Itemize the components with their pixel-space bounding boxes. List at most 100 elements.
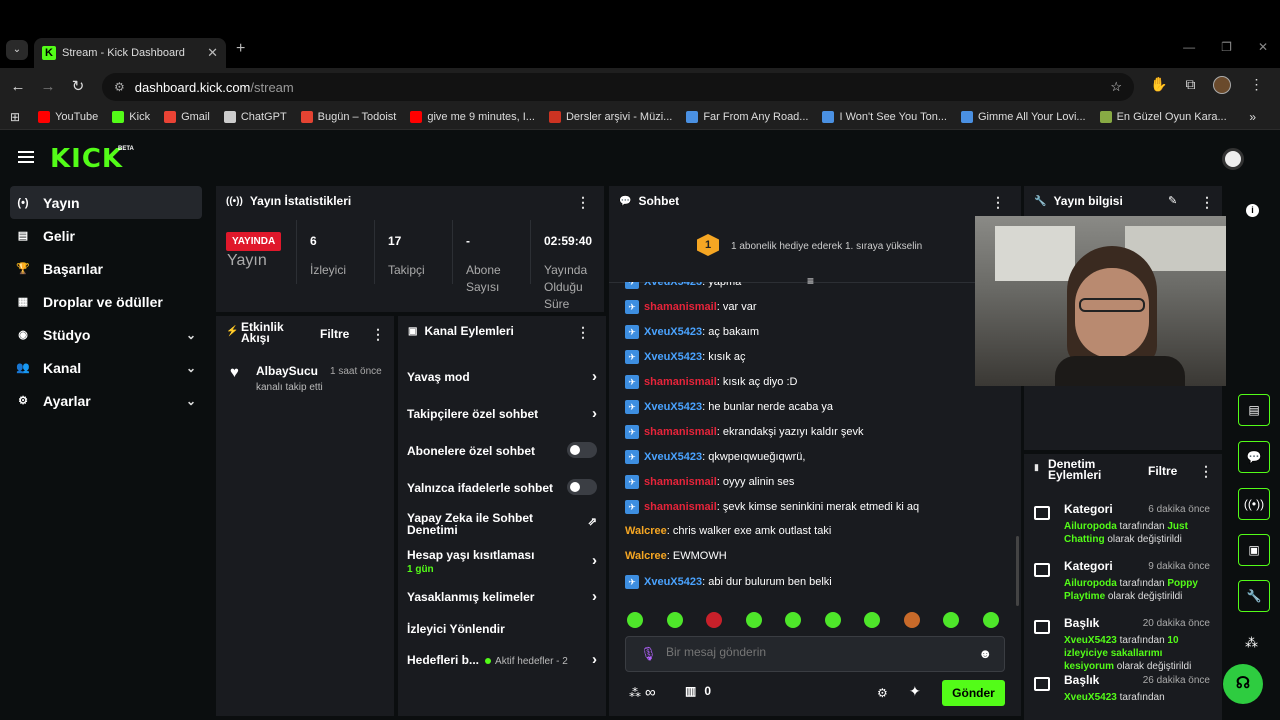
emote-icon[interactable] xyxy=(706,612,722,628)
chat-username[interactable]: XveuX5423 xyxy=(644,282,702,288)
apps-grid-icon[interactable]: ⊞ xyxy=(10,110,20,124)
bookmark-item[interactable]: Dersler arşivi - Müzi... xyxy=(548,110,672,123)
kick-logo[interactable]: KICK xyxy=(50,144,123,174)
emoji-picker-icon[interactable]: ☻ xyxy=(978,646,992,661)
chevron-down-icon[interactable]: ⌄ xyxy=(186,328,196,342)
subs-only-toggle[interactable] xyxy=(567,442,597,458)
tab-search-button[interactable]: ⌄ xyxy=(6,40,28,60)
slow-mode-item[interactable]: Yavaş mod › xyxy=(407,368,597,385)
chat-username[interactable]: shamanismail xyxy=(644,301,717,313)
channel-actions-more-icon[interactable]: ⋮ xyxy=(576,324,590,341)
chat-username[interactable]: XveuX5423 xyxy=(644,351,702,363)
tab-close-icon[interactable]: ✕ xyxy=(207,45,218,61)
goals-item[interactable]: Hedefleri b... Aktif hedefler - 2 › xyxy=(407,651,597,668)
chat-username[interactable]: shamanismail xyxy=(644,501,717,513)
chat-username[interactable]: shamanismail xyxy=(644,376,717,388)
emote-icon[interactable] xyxy=(943,612,959,628)
emote-icon[interactable] xyxy=(903,612,920,628)
chat-username[interactable]: Walcree xyxy=(625,550,667,562)
emote-icon[interactable] xyxy=(666,612,683,628)
minimize-icon[interactable]: — xyxy=(1183,40,1195,54)
stats-more-icon[interactable]: ⋮ xyxy=(576,194,590,211)
send-button[interactable]: Gönder xyxy=(942,680,1005,706)
rail-points-icon[interactable]: ⁂ xyxy=(1245,635,1258,651)
ai-moderation-item[interactable]: Yapay Zeka ile Sohbet Denetimi ⇗ xyxy=(407,512,597,536)
chat-scrollbar[interactable] xyxy=(1016,536,1019,606)
bookmark-item[interactable]: give me 9 minutes, I... xyxy=(410,110,535,123)
banned-words-item[interactable]: Yasaklanmış kelimeler › xyxy=(407,588,597,605)
rail-tools-button[interactable]: 🔧 xyxy=(1238,580,1270,612)
activity-filter-button[interactable]: Filtre xyxy=(320,327,349,341)
emote-icon[interactable] xyxy=(864,612,880,628)
browser-menu-icon[interactable]: ⋮ xyxy=(1249,76,1263,94)
sidebar-item-2[interactable]: 🏆 Başarılar xyxy=(10,252,202,285)
sidebar-item-6[interactable]: ⚙ Ayarlar ⌄ xyxy=(10,384,202,417)
rail-notes-button[interactable]: ▤ xyxy=(1238,394,1270,426)
rail-chat-button[interactable]: 💬 xyxy=(1238,441,1270,473)
store-button[interactable]: ▥ 0 xyxy=(685,684,711,698)
sidebar-item-0[interactable]: (•) Yayın xyxy=(10,186,202,219)
extensions-icon[interactable]: ⧉ xyxy=(1185,76,1195,94)
bookmark-item[interactable]: ChatGPT xyxy=(223,110,287,123)
chat-message-input[interactable] xyxy=(666,645,966,659)
reload-button[interactable]: ↻ xyxy=(63,77,93,95)
back-button[interactable]: ← xyxy=(3,78,33,95)
extension-puzzle-faded-icon[interactable]: ✋ xyxy=(1150,76,1167,94)
chat-more-icon[interactable]: ⋮ xyxy=(991,194,1005,211)
sidebar-item-4[interactable]: ◉ Stüdyo ⌄ xyxy=(10,318,202,351)
chat-username[interactable]: XveuX5423 xyxy=(644,401,702,413)
info-icon[interactable]: i xyxy=(1246,204,1259,217)
sidebar-item-3[interactable]: ▦ Droplar ve ödüller xyxy=(10,285,202,318)
redirect-viewers-item[interactable]: İzleyici Yönlendir xyxy=(407,622,597,636)
bookmark-item[interactable]: Far From Any Road... xyxy=(686,110,808,123)
site-info-icon[interactable]: ⚙ xyxy=(114,80,125,94)
followers-only-item[interactable]: Takipçilere özel sohbet › xyxy=(407,405,597,422)
more-bookmarks-icon[interactable]: » xyxy=(1249,110,1256,124)
chat-input-box[interactable]: 🎙 ☻ xyxy=(625,636,1005,672)
chat-username[interactable]: Walcree xyxy=(625,525,667,537)
bookmark-item[interactable]: Bugün – Todoist xyxy=(300,110,396,123)
chat-username[interactable]: shamanismail xyxy=(644,476,717,488)
user-avatar[interactable] xyxy=(1222,148,1244,170)
microphone-icon[interactable]: 🎙 xyxy=(640,646,657,662)
chat-settings-icon[interactable]: ⚙ xyxy=(877,686,888,700)
channel-points[interactable]: ⁂ ∞ xyxy=(629,684,656,701)
rail-broadcast-button[interactable]: ((•)) xyxy=(1238,488,1270,520)
bookmark-item[interactable]: I Won't See You Ton... xyxy=(822,110,947,123)
window-close-icon[interactable]: ✕ xyxy=(1258,40,1268,54)
bot-icon[interactable]: ✦ xyxy=(909,683,921,700)
profile-avatar-icon[interactable] xyxy=(1213,76,1232,94)
forward-button[interactable]: → xyxy=(33,78,63,95)
chevron-down-icon[interactable]: ⌄ xyxy=(186,361,196,375)
sidebar-item-1[interactable]: ▤ Gelir xyxy=(10,219,202,252)
hamburger-menu-icon[interactable] xyxy=(18,151,34,163)
new-tab-button[interactable]: + xyxy=(236,40,245,58)
bookmark-item[interactable]: Kick xyxy=(112,110,150,123)
account-age-item[interactable]: Hesap yaşı kısıtlaması 1 gün › xyxy=(407,548,597,575)
emote-icon[interactable] xyxy=(982,612,999,628)
chat-username[interactable]: XveuX5423 xyxy=(644,326,702,338)
moderation-more-icon[interactable]: ⋮ xyxy=(1199,463,1213,480)
bookmark-item[interactable]: YouTube xyxy=(38,110,98,123)
chat-username[interactable]: shamanismail xyxy=(644,426,717,438)
emote-icon[interactable] xyxy=(824,612,841,628)
moderation-filter-button[interactable]: Filtre xyxy=(1148,464,1177,478)
activity-more-icon[interactable]: ⋮ xyxy=(371,326,385,343)
bookmark-item[interactable]: En Güzel Oyun Kara... xyxy=(1099,110,1227,123)
bookmark-item[interactable]: Gmail xyxy=(164,110,210,123)
emote-icon[interactable] xyxy=(745,612,762,628)
stream-info-more-icon[interactable]: ⋮ xyxy=(1200,194,1214,211)
chat-username[interactable]: XveuX5423 xyxy=(644,451,702,463)
emote-icon[interactable] xyxy=(785,612,801,628)
edit-pencil-icon[interactable]: ✎ xyxy=(1168,194,1177,207)
address-bar[interactable]: ⚙ dashboard.kick.com/stream ☆ xyxy=(102,73,1134,101)
activity-user[interactable]: AlbaySucu xyxy=(256,364,318,378)
bookmark-item[interactable]: Gimme All Your Lovi... xyxy=(960,110,1086,123)
emote-icon[interactable] xyxy=(627,612,643,628)
chevron-down-icon[interactable]: ⌄ xyxy=(186,394,196,408)
bookmark-star-icon[interactable]: ☆ xyxy=(1110,79,1122,95)
sidebar-item-5[interactable]: 👥 Kanal ⌄ xyxy=(10,351,202,384)
emote-only-toggle[interactable] xyxy=(567,479,597,495)
rail-actions-button[interactable]: ▣ xyxy=(1238,534,1270,566)
browser-tab-active[interactable]: K Stream - Kick Dashboard ✕ xyxy=(34,38,226,68)
